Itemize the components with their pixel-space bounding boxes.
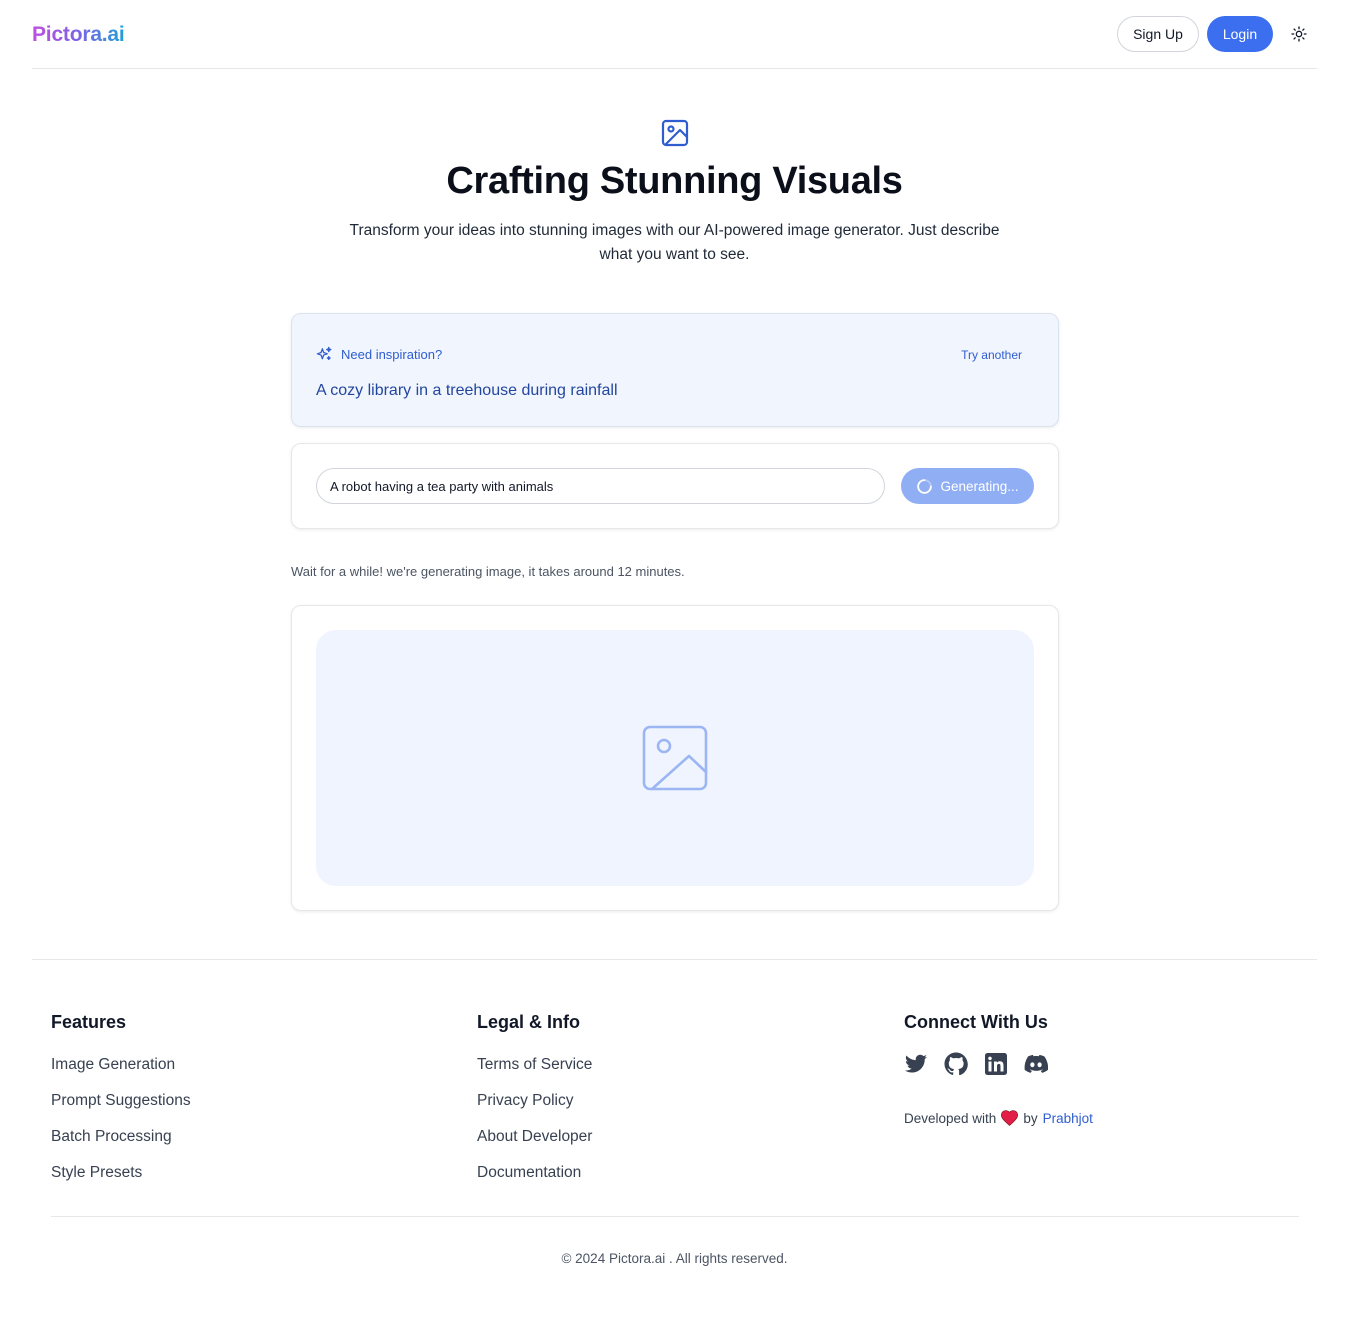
twitter-icon[interactable] bbox=[904, 1052, 928, 1076]
developed-by-line: Developed with by Prabhjot bbox=[904, 1110, 1093, 1126]
footer-link-prompt-suggestions[interactable]: Prompt Suggestions bbox=[51, 1092, 191, 1110]
prompt-card: Generating... bbox=[291, 443, 1059, 529]
developer-link[interactable]: Prabhjot bbox=[1043, 1111, 1093, 1126]
theme-toggle-button[interactable] bbox=[1289, 24, 1309, 44]
login-button[interactable]: Login bbox=[1207, 16, 1273, 52]
footer-link-terms[interactable]: Terms of Service bbox=[477, 1056, 592, 1074]
generate-button[interactable]: Generating... bbox=[901, 468, 1034, 504]
developed-by: by bbox=[1023, 1110, 1038, 1126]
wait-message: Wait for a while! we're generating image… bbox=[291, 564, 685, 579]
sparkles-icon bbox=[316, 346, 332, 361]
site-header: Pictora.ai Sign Up Login bbox=[32, 0, 1317, 69]
inspiration-suggestion[interactable]: A cozy library in a treehouse during rai… bbox=[316, 382, 618, 400]
footer-connect-title: Connect With Us bbox=[904, 1012, 1048, 1032]
logo[interactable]: Pictora.ai bbox=[32, 23, 125, 47]
try-another-button[interactable]: Try another bbox=[961, 348, 1022, 362]
footer-link-privacy[interactable]: Privacy Policy bbox=[477, 1092, 573, 1110]
footer-legal-title: Legal & Info bbox=[477, 1012, 580, 1032]
sun-icon bbox=[1291, 26, 1307, 42]
footer-link-batch-processing[interactable]: Batch Processing bbox=[51, 1128, 172, 1146]
footer-link-about-developer[interactable]: About Developer bbox=[477, 1128, 592, 1146]
signup-button[interactable]: Sign Up bbox=[1117, 16, 1199, 52]
footer-link-documentation[interactable]: Documentation bbox=[477, 1164, 581, 1182]
inspiration-card: Need inspiration? Try another A cozy lib… bbox=[291, 313, 1059, 427]
developed-prefix: Developed with bbox=[904, 1110, 997, 1126]
discord-icon[interactable] bbox=[1024, 1052, 1048, 1076]
footer-link-image-generation[interactable]: Image Generation bbox=[51, 1056, 175, 1074]
generate-button-label: Generating... bbox=[940, 478, 1019, 494]
image-placeholder-icon bbox=[642, 725, 708, 791]
github-icon[interactable] bbox=[944, 1052, 968, 1076]
page-title: Crafting Stunning Visuals bbox=[446, 160, 903, 202]
footer-bottom-divider bbox=[51, 1216, 1299, 1217]
linkedin-icon[interactable] bbox=[984, 1052, 1008, 1076]
image-placeholder bbox=[316, 630, 1034, 886]
inspiration-label: Need inspiration? bbox=[341, 347, 443, 362]
heart-icon bbox=[1001, 1110, 1019, 1126]
footer-link-style-presets[interactable]: Style Presets bbox=[51, 1164, 142, 1182]
image-icon bbox=[661, 119, 689, 147]
footer-divider bbox=[32, 959, 1317, 960]
spinner-icon bbox=[917, 478, 933, 494]
page-subtitle: Transform your ideas into stunning image… bbox=[349, 222, 1000, 263]
copyright-text: © 2024 Pictora.ai . All rights reserved. bbox=[561, 1251, 788, 1266]
image-result-card bbox=[291, 605, 1059, 911]
footer-features-title: Features bbox=[51, 1012, 127, 1032]
prompt-input[interactable] bbox=[316, 468, 885, 504]
